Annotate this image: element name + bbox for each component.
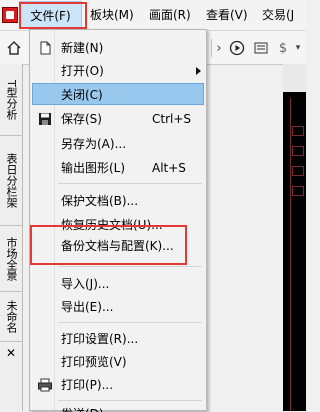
menu-board[interactable]: 板块(M) — [90, 0, 134, 30]
chart-panel-border — [290, 98, 306, 411]
menu-item-label: 另存为(A)... — [61, 137, 127, 151]
menu-view[interactable]: 查看(V) — [206, 0, 248, 30]
menu-item-label: 打开(O) — [61, 64, 104, 78]
sidetab-2[interactable]: 市场全景 — [0, 226, 22, 292]
menu-item-save-as[interactable]: 另存为(A)... — [32, 133, 204, 155]
menu-item-print-preview[interactable]: 打印预览(V) — [32, 351, 204, 373]
home-icon[interactable] — [4, 38, 24, 58]
chart-mark — [292, 166, 304, 176]
chart-mark — [292, 186, 304, 196]
save-icon — [37, 111, 53, 127]
menu-item-export[interactable]: 导出(E)... — [32, 296, 204, 318]
dollar-icon[interactable]: $ — [274, 38, 292, 58]
menu-item-export-image[interactable]: 输出图形(L) Alt+S — [32, 157, 204, 179]
menu-item-label: 关闭(C) — [61, 88, 103, 102]
menu-item-label: 打印(P)... — [61, 378, 114, 392]
file-dropdown-menu: 新建(N) 打开(O) 关闭(C) 保存(S) Ctrl+S 另存为(A)...… — [29, 29, 207, 412]
menu-item-label: 恢复历史文档(U)... — [61, 218, 163, 232]
chart-mark — [292, 126, 304, 136]
menu-view-screen[interactable]: 画面(R) — [149, 0, 191, 30]
menu-item-label: 打印设置(R)... — [61, 332, 139, 346]
menu-item-label: 新建(N) — [61, 41, 104, 55]
menu-trade[interactable]: 交易(J — [262, 0, 294, 30]
sidetab-3[interactable]: 未命名 — [0, 292, 22, 342]
printer-icon — [37, 377, 53, 393]
menu-separator — [58, 400, 202, 401]
menu-file[interactable]: 文件(F) — [19, 1, 82, 29]
menu-item-print-setup[interactable]: 打印设置(R)... — [32, 328, 204, 350]
sidetab-0[interactable]: T型分析 — [0, 64, 22, 136]
menu-separator — [58, 322, 202, 323]
menu-item-open[interactable]: 打开(O) — [32, 60, 204, 82]
play-icon[interactable] — [228, 38, 246, 58]
menu-separator — [58, 266, 202, 267]
submenu-arrow-icon — [196, 67, 201, 75]
menu-item-label: 打印预览(V) — [61, 355, 127, 369]
menu-separator — [58, 183, 202, 184]
chevron-right-icon[interactable]: › — [214, 38, 224, 58]
menu-item-close[interactable]: 关闭(C) — [32, 83, 204, 105]
app-logo-icon — [2, 7, 18, 23]
menu-item-label: 输出图形(L) — [61, 161, 126, 175]
chevron-down-icon[interactable]: ▾ — [292, 38, 304, 58]
menu-item-new[interactable]: 新建(N) — [32, 37, 204, 59]
menu-item-save[interactable]: 保存(S) Ctrl+S — [32, 108, 204, 130]
menu-item-label: 导出(E)... — [61, 300, 114, 314]
list-icon[interactable] — [252, 38, 270, 58]
menu-item-protect[interactable]: 保护文档(B)... — [32, 190, 204, 212]
menu-item-print[interactable]: 打印(P)... — [32, 374, 204, 396]
side-tabs: T型分析 表日分栏架 市场全景 未命名 ✕ — [0, 64, 23, 411]
shortcut-label: Ctrl+S — [152, 112, 192, 126]
sidetab-1[interactable]: 表日分栏架 — [0, 136, 22, 226]
menu-item-restore[interactable]: 恢复历史文档(U)... — [32, 214, 204, 236]
menu-item-import[interactable]: 导入(J)... — [32, 273, 204, 295]
chart-mark — [292, 146, 304, 156]
menu-item-label: 保护文档(B)... — [61, 194, 139, 208]
menu-item-label: 备份文档与配置(K)... — [61, 239, 174, 253]
chart-header — [283, 64, 306, 93]
menu-item-backup[interactable]: 备份文档与配置(K)... — [32, 235, 204, 257]
menu-item-label: 保存(S) — [61, 112, 102, 126]
new-document-icon — [37, 40, 53, 56]
shortcut-label: Alt+S — [152, 161, 186, 175]
menu-item-label: 导入(J)... — [61, 277, 110, 291]
close-icon[interactable]: ✕ — [0, 344, 22, 362]
menu-bar: 文件(F) 板块(M) 画面(R) 查看(V) 交易(J — [0, 0, 306, 31]
